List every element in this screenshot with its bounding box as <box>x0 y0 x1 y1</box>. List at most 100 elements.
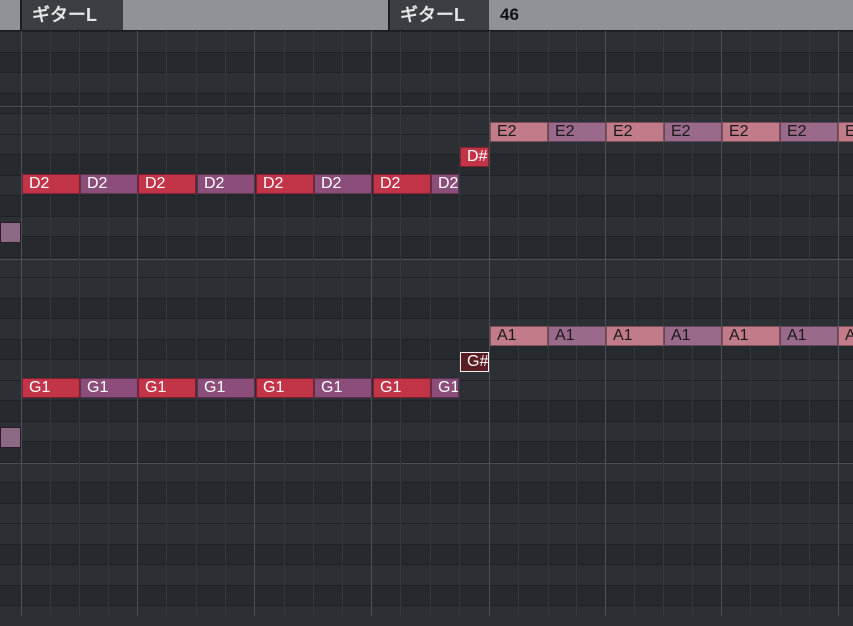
midi-note-d2[interactable]: D2 <box>256 174 314 194</box>
octave-divider <box>0 106 853 107</box>
track-tab-right[interactable]: ギターL <box>388 0 489 30</box>
midi-note-a1[interactable]: A1 <box>490 326 548 346</box>
grid-beat-line <box>342 31 343 616</box>
midi-note-a1[interactable]: A1 <box>664 326 722 346</box>
octave-divider <box>0 259 853 260</box>
track-tab-left[interactable]: ギターL <box>20 0 123 30</box>
grid-key-row <box>0 72 853 93</box>
midi-note-d2[interactable]: D2 <box>197 174 255 194</box>
tab-divider <box>388 0 390 30</box>
tab-divider <box>20 0 22 30</box>
grid-row-divider <box>0 502 853 504</box>
midi-note-g1[interactable]: G1 <box>80 378 138 398</box>
grid-beat-line <box>663 31 664 616</box>
grid-beat-line <box>750 31 751 616</box>
midi-note-e2[interactable]: E2 <box>722 122 780 142</box>
midi-note-g1[interactable]: G1 <box>256 378 314 398</box>
grid-beat-line <box>108 31 109 616</box>
grid-key-row <box>0 51 853 72</box>
midi-note-clipped[interactable] <box>0 222 21 243</box>
grid-row-divider <box>0 113 853 114</box>
grid-key-row <box>0 400 853 421</box>
grid-row-divider <box>0 297 853 299</box>
grid-beat-line <box>254 31 255 616</box>
track-header-bar: ギターL ギターL 46 <box>0 0 853 31</box>
grid-beat-line <box>400 31 401 616</box>
grid-row-divider <box>0 523 853 524</box>
midi-note-d2[interactable]: D2 <box>138 174 196 194</box>
midi-note-g1[interactable]: G1 <box>373 378 431 398</box>
midi-note-e2[interactable]: E <box>838 122 853 142</box>
midi-note-e2[interactable]: E2 <box>780 122 838 142</box>
midi-note-a1[interactable]: A <box>838 326 853 346</box>
grid-row-divider <box>0 236 853 237</box>
grid-beat-line <box>809 31 810 616</box>
grid-beat-line <box>371 31 372 616</box>
midi-note-e2[interactable]: E2 <box>664 122 722 142</box>
midi-note-dsharp[interactable]: D# <box>460 147 489 167</box>
grid-row-divider <box>0 441 853 442</box>
grid-row-divider <box>0 400 853 401</box>
track-name-right: ギターL <box>400 5 465 25</box>
grid-row-divider <box>0 605 853 606</box>
grid-beat-line <box>518 31 519 616</box>
grid-row-divider <box>0 359 853 360</box>
bar-number: 46 <box>500 5 519 24</box>
midi-note-e2[interactable]: E2 <box>490 122 548 142</box>
grid-beat-line <box>79 31 80 616</box>
grid-key-row <box>0 359 853 380</box>
grid-row-divider <box>0 256 853 258</box>
track-name-left: ギターL <box>32 5 97 25</box>
grid-beat-line <box>459 31 460 616</box>
grid-beat-line <box>284 31 285 616</box>
midi-note-e2[interactable]: E2 <box>606 122 664 142</box>
midi-note-e2[interactable]: E2 <box>548 122 606 142</box>
grid-key-row <box>0 277 853 298</box>
midi-note-a1[interactable]: A1 <box>780 326 838 346</box>
grid-key-row <box>0 92 853 113</box>
grid-row-divider <box>0 72 853 73</box>
midi-note-a1[interactable]: A1 <box>548 326 606 346</box>
midi-note-g1[interactable]: G1 <box>22 378 80 398</box>
grid-beat-line <box>576 31 577 616</box>
midi-note-clipped[interactable] <box>0 427 21 448</box>
grid-beat-line <box>548 31 549 616</box>
grid-beat-line <box>430 31 431 616</box>
grid-row-divider <box>0 543 853 545</box>
midi-note-d2[interactable]: D2 <box>22 174 80 194</box>
grid-key-row <box>0 502 853 523</box>
grid-key-row <box>0 584 853 605</box>
midi-note-d2[interactable]: D2 <box>431 174 459 194</box>
grid-key-row <box>0 482 853 503</box>
grid-beat-line <box>225 31 226 616</box>
grid-row-divider <box>0 92 853 94</box>
midi-note-d2[interactable]: D2 <box>80 174 138 194</box>
midi-note-a1[interactable]: A1 <box>722 326 780 346</box>
midi-note-d2[interactable]: D2 <box>373 174 431 194</box>
grid-row-divider <box>0 420 853 422</box>
grid-beat-line <box>838 31 839 616</box>
midi-note-gsharp-selected[interactable]: G# <box>460 352 489 372</box>
grid-key-row <box>0 564 853 585</box>
grid-key-row <box>0 543 853 564</box>
midi-note-d2[interactable]: D2 <box>314 174 372 194</box>
grid-beat-line <box>166 31 167 616</box>
grid-row-divider <box>0 31 853 32</box>
midi-note-g1[interactable]: G1 <box>197 378 255 398</box>
grid-key-row <box>0 236 853 257</box>
grid-key-row <box>0 154 853 175</box>
grid-key-row <box>0 297 853 318</box>
grid-key-row <box>0 195 853 216</box>
midi-note-a1[interactable]: A1 <box>606 326 664 346</box>
grid-beat-line <box>489 31 490 616</box>
grid-key-row <box>0 605 853 626</box>
grid-beat-line <box>605 31 606 616</box>
grid-beat-line <box>692 31 693 616</box>
grid-beat-line <box>313 31 314 616</box>
midi-note-g1[interactable]: G1 <box>138 378 196 398</box>
grid-key-row <box>0 420 853 441</box>
grid-row-divider <box>0 564 853 565</box>
grid-row-divider <box>0 51 853 53</box>
midi-note-g1[interactable]: G1 <box>314 378 372 398</box>
midi-note-g1[interactable]: G1 <box>431 378 459 398</box>
